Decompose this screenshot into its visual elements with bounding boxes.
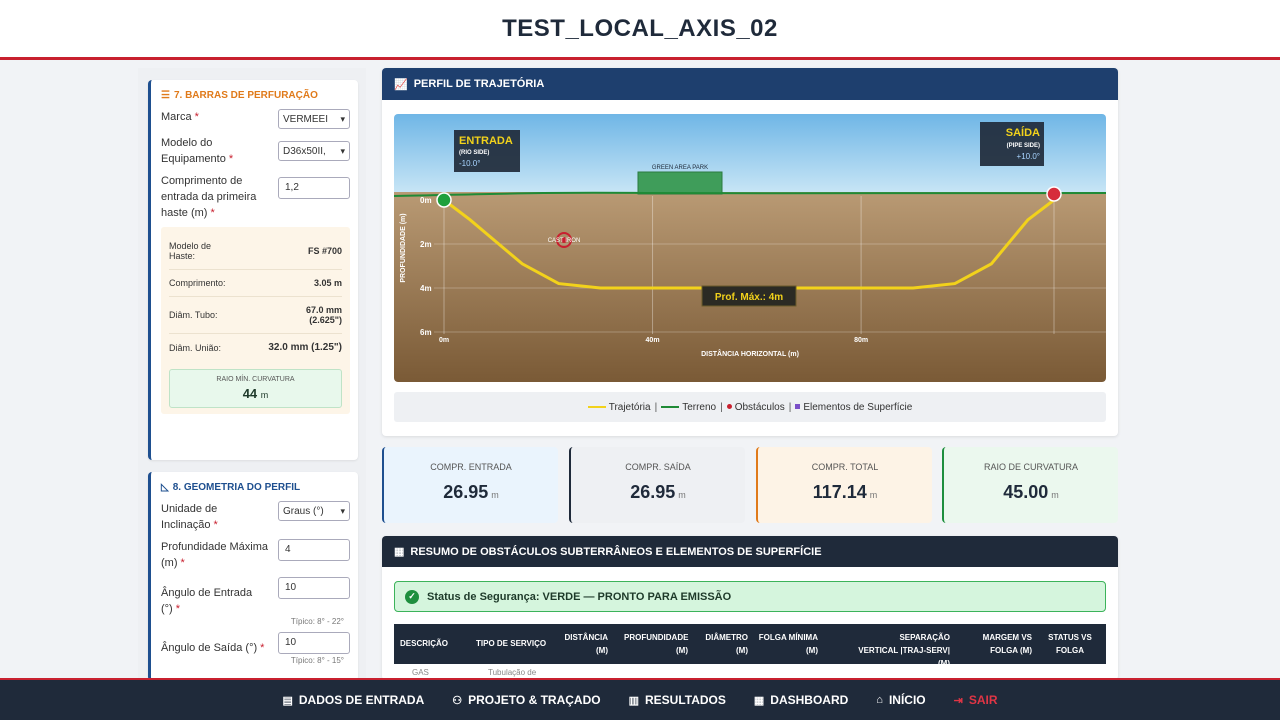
legend-surface-elements: Elementos de Superfície: [795, 402, 912, 413]
nav-inicio[interactable]: ⌂ INÍCIO: [876, 693, 925, 707]
spec-row: Diâm. Tubo: 67.0 mm (2.625"): [169, 297, 342, 334]
surface-element-label: GREEN AREA PARK: [652, 165, 708, 171]
page-title: TEST_LOCAL_AXIS_02: [502, 14, 778, 42]
bottom-nav: ▤ DADOS DE ENTRADA ⚇ PROJETO & TRAÇADO ▥ RE…: [0, 678, 1280, 720]
nav-projeto-tracado[interactable]: ⚇ PROJETO & TRAÇADO: [452, 693, 600, 707]
rod-spec-box: Modelo de Haste: FS #700 Comprimento: 3.…: [161, 227, 350, 414]
nav-sair[interactable]: ⇥ SAIR: [954, 693, 998, 707]
top-header: TEST_LOCAL_AXIS_02: [0, 0, 1280, 60]
obstacles-table-header: DESCRIÇÃO TIPO DE SERVIÇO DISTÂNCIA (M) …: [394, 624, 1106, 668]
ang-saida-hint: Típico: 8° - 15°: [290, 656, 344, 665]
stat-raio-curvatura: RAIO DE CURVATURA 45.00 m: [942, 447, 1118, 523]
obstacle-label: CAST IRON: [548, 238, 581, 244]
prof-max-input[interactable]: 4: [278, 539, 350, 561]
y-tick-label: 2m: [420, 240, 432, 249]
stat-compr-saida: COMPR. SAÍDA 26.95 m: [569, 447, 745, 523]
chart-icon: ▥: [628, 694, 639, 707]
spec-row: Diâm. União: 32.0 mm (1.25"): [169, 342, 342, 353]
legend-terrain: Terreno: [661, 402, 716, 413]
unidade-select[interactable]: Graus (°) ▾: [278, 501, 350, 521]
nav-dashboard[interactable]: ▦ DASHBOARD: [754, 693, 848, 707]
svg-text:Prof. Máx.: 4m: Prof. Máx.: 4m: [715, 292, 783, 303]
drill-bars-title: ☰ 7. BARRAS DE PERFURAÇÃO: [161, 90, 318, 101]
modelo-select[interactable]: D36x50II, ▾: [278, 141, 350, 161]
home-icon: ⌂: [876, 694, 883, 706]
y-tick-label: 0m: [420, 196, 432, 205]
chevron-down-icon: ▾: [340, 113, 345, 124]
svg-text:+10.0°: +10.0°: [1017, 152, 1040, 161]
obstacles-summary-header: ▦ RESUMO DE OBSTÁCULOS SUBTERRÂNEOS E EL…: [382, 536, 1118, 567]
svg-text:-10.0°: -10.0°: [459, 159, 480, 168]
line-chart-icon: 📈: [394, 78, 408, 91]
prof-row: Profundidade Máxima (m) * 4: [161, 539, 350, 571]
col-header: PROFUNDIDADE (M): [624, 633, 689, 655]
grid-icon: ▦: [753, 694, 765, 707]
check-icon: ✓: [405, 589, 419, 604]
y-tick-label: 4m: [420, 284, 432, 293]
svg-text:(RIO SIDE): (RIO SIDE): [459, 150, 489, 156]
ang-entrada-hint: Típico: 8° - 22°: [290, 617, 344, 626]
x-axis-label: DISTÂNCIA HORIZONTAL (m): [701, 349, 799, 358]
surface-element: [637, 171, 723, 195]
ang-entrada-row: Ângulo de Entrada (°) * 10: [161, 577, 350, 617]
x-tick-label: 80m: [854, 337, 868, 344]
comprimento-row: Comprimento de entrada da primeira haste…: [161, 173, 350, 221]
col-header: TIPO DE SERVIÇO: [476, 639, 547, 648]
col-header: DESCRIÇÃO: [400, 639, 449, 648]
profile-svg: GREEN AREA PARK CAST IRON 0m 2m 4m 6m 0m 40m…: [394, 114, 1106, 382]
trajectory-profile-header: 📈 PERFIL DE TRAJETÓRIA: [382, 68, 1118, 100]
ruler-icon: ◺: [161, 482, 169, 493]
chevron-down-icon: ▾: [340, 505, 345, 516]
min-radius-badge: RAIO MÍN. CURVATURA 44 m: [169, 369, 342, 408]
nav-dados-entrada[interactable]: ▤ DADOS DE ENTRADA: [282, 693, 424, 707]
ang-saida-row: Ângulo de Saída (°) * 10: [161, 632, 350, 656]
col-header: MARGEM VS FOLGA (M): [982, 633, 1032, 655]
col-header: DISTÂNCIA (M): [564, 633, 608, 655]
profile-chart: GREEN AREA PARK CAST IRON 0m 2m 4m 6m 0m 40m…: [394, 114, 1106, 382]
marca-row: Marca * VERMEEI ▾: [161, 109, 350, 129]
x-tick-label: 40m: [646, 337, 660, 344]
y-tick-label: 6m: [420, 328, 432, 337]
modelo-row: Modelo do Equipamento * D36x50II, ▾: [161, 135, 350, 167]
svg-text:SAÍDA: SAÍDA: [1006, 126, 1040, 139]
obstacles-summary-panel: ▦ RESUMO DE OBSTÁCULOS SUBTERRÂNEOS E EL…: [382, 536, 1118, 680]
legend-obstacles: Obstáculos: [726, 402, 785, 413]
marca-select[interactable]: VERMEEI ▾: [278, 109, 350, 129]
nav-resultados[interactable]: ▥ RESULTADOS: [629, 693, 726, 707]
entry-point: [436, 192, 452, 208]
list-icon: ☰: [161, 90, 170, 101]
stat-compr-entrada: COMPR. ENTRADA 26.95 m: [382, 447, 558, 523]
y-axis-label: PROFUNDIDADE (m): [400, 213, 407, 282]
svg-text:(PIPE SIDE): (PIPE SIDE): [1007, 143, 1040, 149]
col-header: DIÂMETRO (M): [705, 633, 748, 655]
legend-trajectory: Trajetória: [587, 402, 651, 413]
svg-text:ENTRADA: ENTRADA: [459, 135, 513, 147]
x-tick-label: 0m: [439, 337, 449, 344]
exit-point: [1046, 186, 1062, 202]
chevron-down-icon: ▾: [340, 145, 345, 156]
max-depth-badge: Prof. Máx.: 4m: [701, 285, 797, 307]
profile-legend: Trajetória | Terreno | Obstáculos | Elem…: [394, 392, 1106, 422]
profile-geometry-card: ◺ 8. GEOMETRIA DO PERFIL Unidade de Incl…: [148, 472, 358, 680]
grid-icon: ▦: [394, 546, 405, 558]
document-icon: ▤: [282, 694, 293, 707]
safety-status-banner: ✓ Status de Segurança: VERDE — PRONTO PA…: [394, 581, 1106, 612]
exit-box: SAÍDA (PIPE SIDE) +10.0°: [980, 122, 1044, 166]
comprimento-input[interactable]: 1,2: [278, 177, 350, 199]
spec-row: Comprimento: 3.05 m: [169, 270, 342, 297]
spec-row: Modelo de Haste: FS #700: [169, 233, 342, 270]
trajectory-profile-panel: 📈 PERFIL DE TRAJETÓRIA GREEN AREA PARK C…: [382, 68, 1118, 436]
col-header: STATUS VS FOLGA: [1048, 633, 1092, 655]
unidade-row: Unidade de Inclinação * Graus (°) ▾: [161, 501, 350, 533]
stat-compr-total: COMPR. TOTAL 117.14 m: [756, 447, 932, 523]
network-icon: ⚇: [452, 694, 463, 707]
ang-entrada-input[interactable]: 10: [278, 577, 350, 599]
col-header: FOLGA MÍNIMA (M): [758, 633, 818, 655]
logout-icon: ⇥: [953, 694, 963, 707]
profile-geometry-title: ◺ 8. GEOMETRIA DO PERFIL: [161, 482, 301, 493]
left-form-column: ☰ 7. BARRAS DE PERFURAÇÃO Marca * VERMEEI…: [138, 68, 366, 680]
entry-box: ENTRADA (RIO SIDE) -10.0°: [454, 130, 520, 172]
drill-bars-card: ☰ 7. BARRAS DE PERFURAÇÃO Marca * VERMEEI…: [148, 80, 358, 460]
ang-saida-input[interactable]: 10: [278, 632, 350, 654]
